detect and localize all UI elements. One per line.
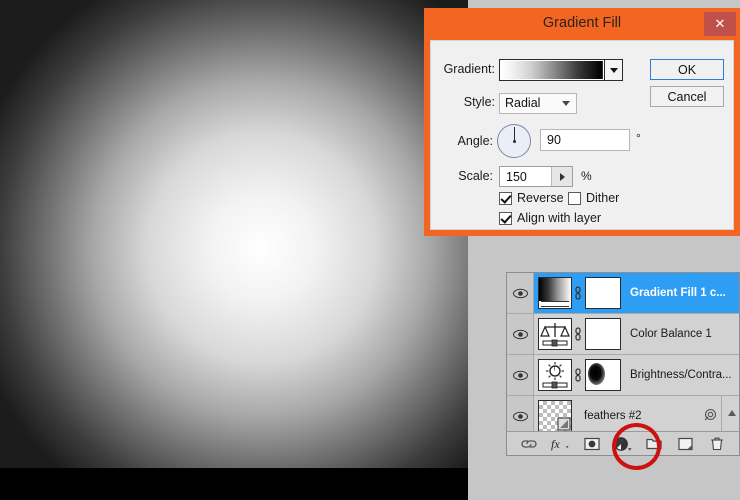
layer-row[interactable]: Brightness/Contra... <box>507 355 739 396</box>
gradient-thumbnail-bar <box>541 301 569 307</box>
svg-text:fx: fx <box>551 437 560 451</box>
angle-dial-center <box>513 140 516 143</box>
new-layer-icon[interactable] <box>675 435 697 453</box>
mask-blob-art <box>588 363 605 385</box>
layer-thumbnail[interactable] <box>538 359 572 391</box>
style-select-value: Radial <box>505 96 540 110</box>
dialog-title: Gradient Fill <box>424 15 740 31</box>
chevron-down-icon[interactable] <box>604 60 622 80</box>
layer-mask-thumbnail[interactable] <box>585 318 621 350</box>
new-adjustment-layer-icon[interactable] <box>612 435 634 453</box>
new-group-icon[interactable] <box>643 435 665 453</box>
layer-thumbnail[interactable] <box>538 318 572 350</box>
eye-icon <box>513 411 528 422</box>
scroll-up-arrow-icon[interactable] <box>728 410 736 416</box>
delete-layer-icon[interactable] <box>706 435 728 453</box>
layer-name: feathers #2 <box>584 410 642 422</box>
gradient-thumbnail-art <box>539 278 571 301</box>
layer-row[interactable]: Gradient Fill 1 c... <box>507 273 739 314</box>
close-icon[interactable]: ✕ <box>704 12 736 36</box>
angle-unit-label: ° <box>636 131 641 145</box>
gradient-label: Gradient: <box>435 62 495 76</box>
layer-visibility-toggle[interactable] <box>507 273 534 313</box>
brightness-contrast-icon <box>539 360 571 390</box>
reverse-checkbox[interactable]: Reverse <box>499 191 564 205</box>
link-icon[interactable] <box>572 286 584 300</box>
layer-mask-thumbnail[interactable] <box>585 277 621 309</box>
layer-mask-thumbnail[interactable] <box>585 359 621 391</box>
checkmark-icon <box>499 192 512 205</box>
link-layers-icon[interactable] <box>518 435 540 453</box>
cancel-button[interactable]: Cancel <box>650 86 724 107</box>
style-label: Style: <box>435 95 495 109</box>
add-layer-mask-icon[interactable] <box>581 435 603 453</box>
angle-dial[interactable] <box>497 124 531 158</box>
canvas-bottom-strip <box>0 468 468 500</box>
layer-visibility-toggle[interactable] <box>507 314 534 354</box>
layer-thumbnail[interactable] <box>538 277 572 309</box>
style-select[interactable]: Radial <box>499 93 577 114</box>
checkmark-icon <box>499 212 512 225</box>
layer-row[interactable]: Color Balance 1 <box>507 314 739 355</box>
ok-button[interactable]: OK <box>650 59 724 80</box>
layer-visibility-toggle[interactable] <box>507 355 534 395</box>
link-icon[interactable] <box>572 368 584 382</box>
layer-thumbnail[interactable] <box>538 400 572 432</box>
layer-style-icon[interactable] <box>704 408 717 424</box>
color-balance-icon <box>539 319 571 349</box>
scale-unit-label: % <box>581 169 592 183</box>
layers-panel: Gradient Fill 1 c... <box>506 272 740 456</box>
scrollbar-divider <box>721 396 722 436</box>
dialog-titlebar[interactable]: Gradient Fill ✕ <box>424 8 740 40</box>
link-icon[interactable] <box>572 327 584 341</box>
align-with-layer-label: Align with layer <box>517 211 601 225</box>
eye-icon <box>513 329 528 340</box>
layer-name: Brightness/Contra... <box>630 369 732 381</box>
angle-input[interactable]: 90 <box>540 129 630 151</box>
align-with-layer-checkbox[interactable]: Align with layer <box>499 211 601 225</box>
chevron-down-icon <box>562 101 570 106</box>
angle-label: Angle: <box>435 134 493 148</box>
gradient-preview-swatch <box>501 61 603 79</box>
gradient-fill-dialog: Gradient Fill ✕ Gradient: Style: Radial … <box>424 8 740 236</box>
dither-label: Dither <box>586 191 619 205</box>
eye-icon <box>513 288 528 299</box>
scale-value: 150 <box>500 167 551 186</box>
gradient-picker[interactable] <box>499 59 623 81</box>
eye-icon <box>513 370 528 381</box>
smart-object-badge-icon <box>557 417 571 431</box>
dialog-body: Gradient: Style: Radial Angle: 90 ° Scal… <box>430 40 734 230</box>
layer-name: Color Balance 1 <box>630 328 712 340</box>
layers-toolbar: fx <box>507 431 739 455</box>
scale-input[interactable]: 150 <box>499 166 573 187</box>
scale-label: Scale: <box>435 169 493 183</box>
layer-visibility-toggle[interactable] <box>507 396 534 436</box>
layer-style-fx-icon[interactable]: fx <box>549 435 571 453</box>
reverse-label: Reverse <box>517 191 564 205</box>
empty-checkbox-icon <box>568 192 581 205</box>
scale-stepper-icon[interactable] <box>551 167 572 186</box>
layer-name: Gradient Fill 1 c... <box>630 287 726 299</box>
dither-checkbox[interactable]: Dither <box>568 191 619 205</box>
